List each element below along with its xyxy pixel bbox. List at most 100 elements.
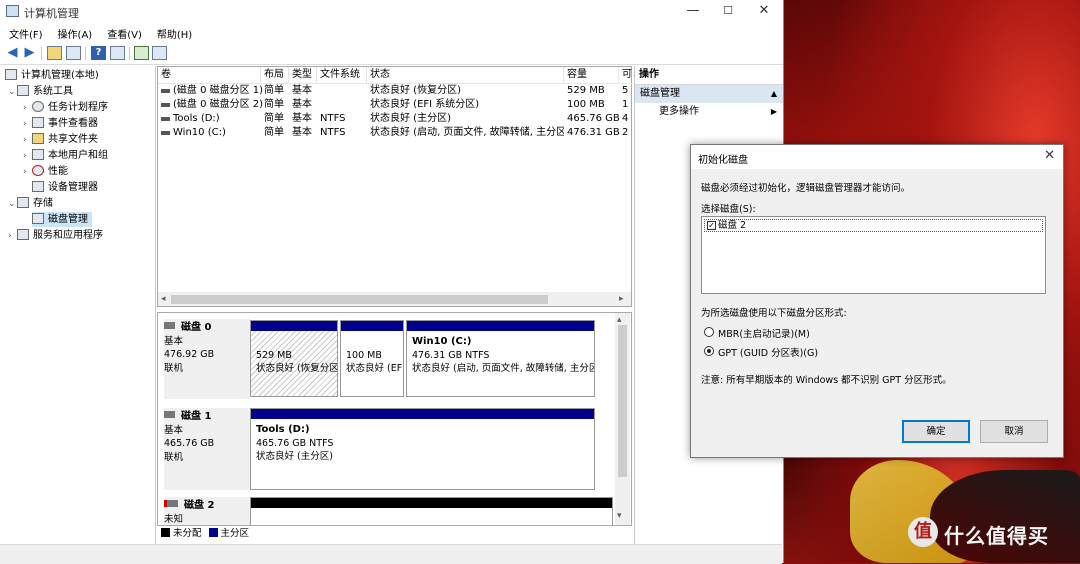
actions-section-disk-management[interactable]: 磁盘管理 ▲ xyxy=(635,85,783,103)
show-tree-icon[interactable] xyxy=(66,46,81,60)
scrollbar-thumb[interactable] xyxy=(171,295,548,304)
column-header-capacity[interactable]: 容量 xyxy=(564,67,619,83)
help-icon[interactable]: ? xyxy=(91,46,106,60)
expand-chevron-icon[interactable]: › xyxy=(23,101,32,116)
scroll-down-icon[interactable]: ▾ xyxy=(617,511,622,521)
disk-status: 联机 xyxy=(164,362,184,374)
scroll-left-icon[interactable]: ◂ xyxy=(161,292,166,306)
expand-chevron-icon[interactable]: › xyxy=(23,117,32,132)
menu-view[interactable]: 查看(V) xyxy=(98,24,148,41)
menu-help[interactable]: 帮助(H) xyxy=(148,24,198,41)
dialog-title-bar[interactable]: 初始化磁盘 ✕ xyxy=(691,145,1063,169)
properties-icon[interactable] xyxy=(110,46,125,60)
partition-disk-2-unallocated[interactable] xyxy=(250,497,613,525)
more-actions-item[interactable]: 更多操作 ▶ xyxy=(635,103,783,121)
cell-status: 状态良好 (主分区) xyxy=(370,113,451,124)
column-header-status[interactable]: 状态 xyxy=(367,67,564,83)
horizontal-scrollbar[interactable]: ◂ ▸ xyxy=(158,292,631,306)
expand-chevron-icon[interactable]: › xyxy=(23,165,32,180)
disk-icon xyxy=(164,411,175,418)
disk-selection-list[interactable]: ✓ 磁盘 2 xyxy=(701,216,1046,294)
tree-root[interactable]: 计算机管理(本地) xyxy=(5,68,99,83)
users-icon xyxy=(32,149,44,160)
title-bar[interactable]: 计算机管理 — ☐ ✕ xyxy=(0,0,783,24)
column-header-volume[interactable]: 卷 xyxy=(158,67,261,83)
disk-1-label[interactable]: 磁盘 1 基本 465.76 GB 联机 xyxy=(164,408,250,490)
disk-2-label[interactable]: 磁盘 2 未知 xyxy=(164,497,250,525)
connect-icon[interactable] xyxy=(134,46,149,60)
volume-row[interactable]: Win10 (C:) 简单 基本 NTFS 状态良好 (启动, 页面文件, 故障转储, … xyxy=(158,126,633,140)
expand-chevron-icon[interactable]: › xyxy=(23,133,32,148)
folder-icon xyxy=(32,133,44,144)
tree-storage[interactable]: ⌄ 存储 xyxy=(8,196,53,211)
more-actions-label: 更多操作 xyxy=(659,106,699,117)
column-header-filesystem[interactable]: 文件系统 xyxy=(317,67,367,83)
navigation-tree: 计算机管理(本地) ⌄ 系统工具 › 任务计划程序 › 事件查看器 › 共享文件夹 › 本… xyxy=(0,66,156,544)
cell-volume: Tools (D:) xyxy=(173,113,220,124)
disk-size: 476.92 GB xyxy=(164,349,215,360)
column-header-type[interactable]: 类型 xyxy=(289,67,317,83)
cell-status: 状态良好 (启动, 页面文件, 故障转储, 主分区) xyxy=(370,127,564,138)
wallpaper-shape xyxy=(930,470,1080,563)
mbr-option-label[interactable]: MBR(主启动记录)(M) xyxy=(718,326,810,340)
column-header-layout[interactable]: 布局 xyxy=(261,67,289,83)
compatibility-note: 注意: 所有早期版本的 Windows 都不识别 GPT 分区形式。 xyxy=(701,375,952,386)
disk-name-row: 磁盘 2 xyxy=(164,499,250,513)
partition-efi[interactable]: 100 MB 状态良好 (EFI 系统分区) xyxy=(340,320,404,397)
minimize-button[interactable]: — xyxy=(676,0,710,24)
up-folder-icon[interactable] xyxy=(47,46,62,60)
menu-file[interactable]: 文件(F) xyxy=(0,24,49,41)
cell-filesystem: NTFS xyxy=(320,127,346,138)
partition-d-drive[interactable]: Tools (D:) 465.76 GB NTFS 状态良好 (主分区) xyxy=(250,408,595,490)
partition-c-drive[interactable]: Win10 (C:) 476.31 GB NTFS 状态良好 (启动, 页面文件, … xyxy=(406,320,595,397)
disk-icon xyxy=(32,213,44,224)
disk-list-item[interactable]: ✓ 磁盘 2 xyxy=(704,219,1043,232)
disk-0-label[interactable]: 磁盘 0 基本 476.92 GB 联机 xyxy=(164,319,250,399)
tree-device-manager[interactable]: 设备管理器 xyxy=(32,180,98,195)
expand-chevron-icon[interactable]: › xyxy=(8,229,17,244)
ok-button[interactable]: 确定 xyxy=(902,420,970,443)
tree-disk-management[interactable]: 磁盘管理 xyxy=(32,212,92,227)
cancel-button[interactable]: 取消 xyxy=(980,420,1048,443)
volume-row[interactable]: (磁盘 0 磁盘分区 2) 简单 基本 状态良好 (EFI 系统分区) 100 MB 1 xyxy=(158,98,633,112)
close-button[interactable]: ✕ xyxy=(747,0,781,24)
tree-task-scheduler[interactable]: › 任务计划程序 xyxy=(23,100,108,115)
mbr-radio[interactable] xyxy=(704,327,714,337)
event-viewer-icon xyxy=(32,117,44,128)
collapse-chevron-icon[interactable]: ⌄ xyxy=(8,85,17,100)
list-view-icon[interactable] xyxy=(152,46,167,60)
scroll-right-icon[interactable]: ▸ xyxy=(619,292,624,306)
vertical-scrollbar[interactable]: ▴ ▾ xyxy=(615,313,630,525)
column-header-free[interactable]: 可 xyxy=(619,67,633,83)
collapse-chevron-icon[interactable]: ⌄ xyxy=(8,197,17,212)
back-arrow-icon[interactable]: ◀ xyxy=(5,46,20,60)
cell-status: 状态良好 (恢复分区) xyxy=(370,85,461,96)
partition-color-band xyxy=(407,321,594,331)
expand-chevron-icon[interactable]: › xyxy=(23,149,32,164)
tree-event-viewer[interactable]: › 事件查看器 xyxy=(23,116,98,131)
tree-local-users[interactable]: › 本地用户和组 xyxy=(23,148,108,163)
gpt-option-label[interactable]: GPT (GUID 分区表)(G) xyxy=(718,345,818,359)
scroll-up-icon[interactable]: ▴ xyxy=(617,315,622,325)
partition-status: 状态良好 (恢复分区) xyxy=(256,363,337,374)
tree-services[interactable]: › 服务和应用程序 xyxy=(8,228,103,243)
dialog-close-icon[interactable]: ✕ xyxy=(1044,148,1055,163)
cell-filesystem: NTFS xyxy=(320,113,346,124)
partition-recovery[interactable]: 529 MB 状态良好 (恢复分区) xyxy=(250,320,338,397)
disk-checkbox[interactable]: ✓ xyxy=(707,221,716,230)
legend-unallocated: 未分配 xyxy=(173,528,202,539)
scrollbar-thumb[interactable] xyxy=(618,325,627,477)
menu-action[interactable]: 操作(A) xyxy=(49,24,99,41)
forward-arrow-icon[interactable]: ▶ xyxy=(22,46,37,60)
toolbar-divider xyxy=(85,47,86,60)
maximize-button[interactable]: ☐ xyxy=(711,0,745,24)
computer-icon xyxy=(5,69,17,80)
computer-management-window: 计算机管理 — ☐ ✕ 文件(F) 操作(A) 查看(V) 帮助(H) ◀ ▶ ? 计… xyxy=(0,0,784,564)
tree-performance[interactable]: › 性能 xyxy=(23,164,68,179)
volume-row[interactable]: (磁盘 0 磁盘分区 1) 简单 基本 状态良好 (恢复分区) 529 MB 5 xyxy=(158,84,633,98)
collapse-up-icon[interactable]: ▲ xyxy=(771,85,777,103)
volume-row[interactable]: Tools (D:) 简单 基本 NTFS 状态良好 (主分区) 465.76 GB 4 xyxy=(158,112,633,126)
gpt-radio[interactable] xyxy=(704,346,714,356)
tree-shared-folders[interactable]: › 共享文件夹 xyxy=(23,132,98,147)
tree-system-tools[interactable]: ⌄ 系统工具 xyxy=(8,84,73,99)
